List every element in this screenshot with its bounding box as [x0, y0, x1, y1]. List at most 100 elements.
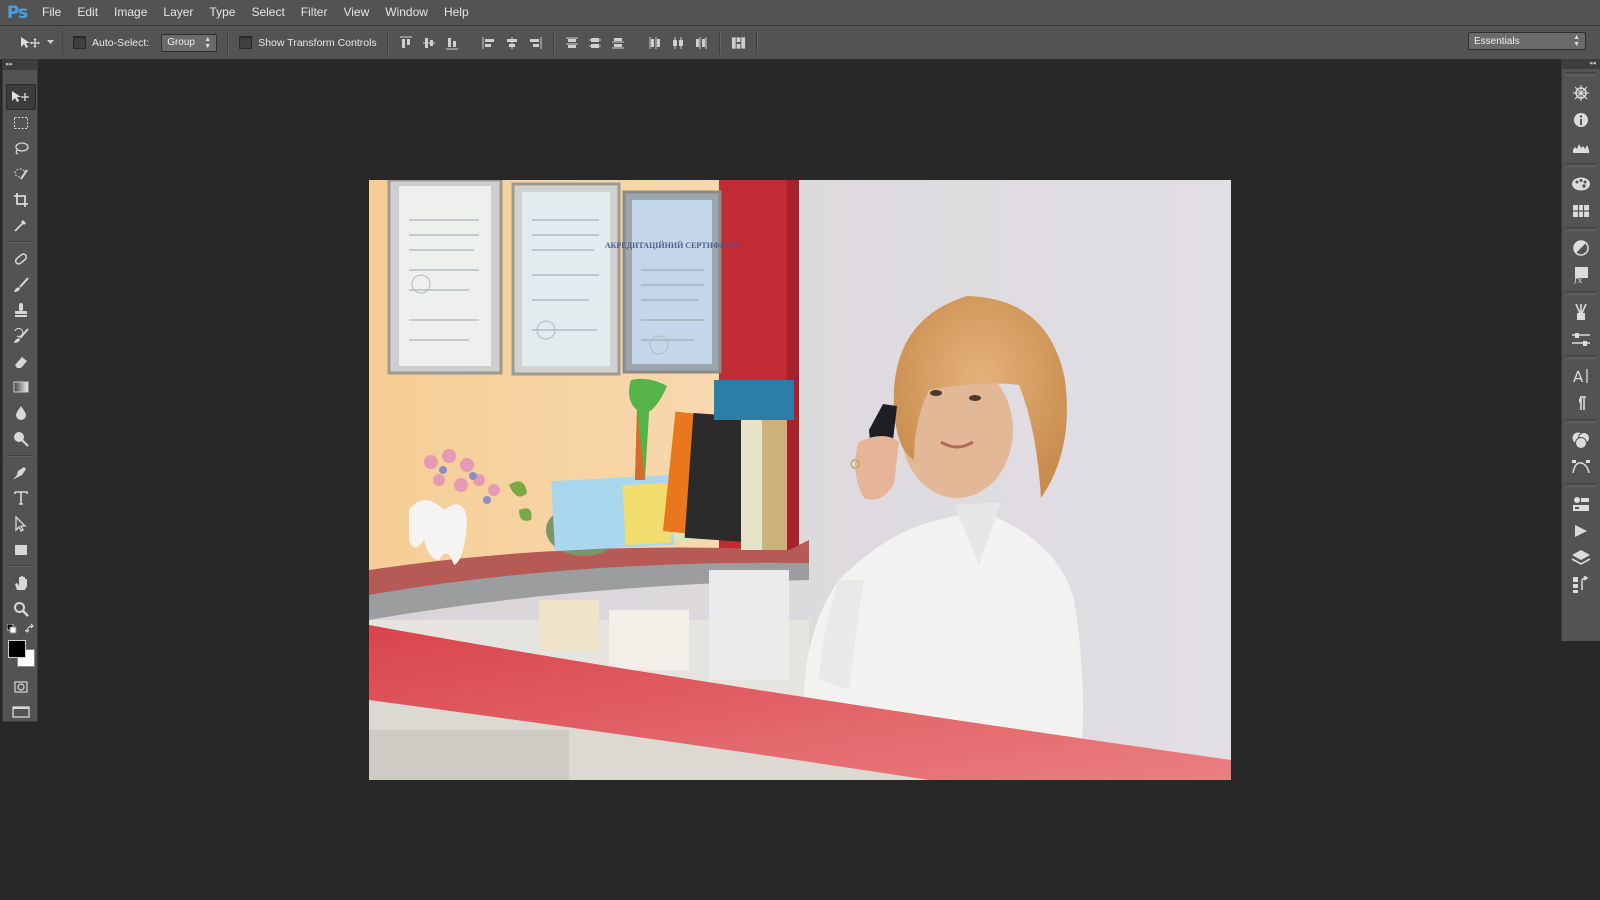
show-transform-checkbox[interactable]: [239, 36, 253, 49]
styles-panel-button[interactable]: fx: [1562, 261, 1600, 288]
rectangle-tool[interactable]: [3, 537, 39, 563]
distribute-hcenter-icon: [673, 36, 684, 49]
blur-tool[interactable]: [3, 400, 39, 426]
move-tool[interactable]: [6, 84, 36, 110]
menu-image[interactable]: Image: [106, 0, 155, 25]
menu-type[interactable]: Type: [201, 0, 243, 25]
distribute-vcenter-icon: [589, 37, 602, 48]
info-panel-button[interactable]: [1562, 106, 1600, 133]
align-right-edges-button[interactable]: [528, 35, 543, 51]
crop-tool[interactable]: [3, 187, 39, 213]
type-tool[interactable]: [3, 485, 39, 511]
quick-selection-icon: [14, 168, 28, 180]
quick-selection-tool[interactable]: [3, 161, 39, 187]
panel-dock: ◂◂ fx A: [1561, 59, 1600, 641]
brush-tool[interactable]: [3, 272, 39, 298]
separator: [755, 31, 758, 54]
panel-collapse-handle[interactable]: ▸▸: [3, 60, 37, 70]
quick-mask-button[interactable]: [3, 674, 39, 700]
align-bottom-icon: [446, 37, 459, 49]
auto-align-layers-button[interactable]: [731, 35, 746, 51]
masks-panel-button[interactable]: [1562, 426, 1600, 453]
clone-stamp-tool[interactable]: [3, 298, 39, 324]
menu-filter[interactable]: Filter: [293, 0, 336, 25]
show-transform-label: Show Transform Controls: [258, 36, 377, 49]
paragraph-panel-button[interactable]: [1562, 389, 1600, 416]
path-selection-tool[interactable]: [3, 511, 39, 537]
menu-select[interactable]: Select: [243, 0, 292, 25]
history-icon: [1573, 575, 1589, 593]
dock-collapse-handle[interactable]: ◂◂: [1562, 59, 1600, 69]
auto-select-target-value: Group: [167, 37, 195, 48]
marquee-tool[interactable]: [3, 110, 39, 136]
menu-file[interactable]: File: [34, 0, 69, 25]
distribute-hcenter-button[interactable]: [671, 35, 686, 51]
screen-mode-button[interactable]: [3, 699, 39, 725]
bandage-icon: [14, 253, 28, 265]
document-canvas[interactable]: АКРЕДИТАЦІЙНИЙ СЕРТИФІКАТ: [369, 180, 1231, 780]
auto-select-target-dropdown[interactable]: Group ▲ ▼: [161, 33, 218, 52]
separator: [7, 565, 33, 568]
tool-preset-picker[interactable]: [12, 30, 63, 55]
menu-edit[interactable]: Edit: [69, 0, 106, 25]
menu-view[interactable]: View: [335, 0, 377, 25]
separator: [7, 241, 33, 244]
hand-tool[interactable]: [3, 570, 39, 596]
distribute-right-button[interactable]: [694, 35, 709, 51]
history-brush-tool[interactable]: [3, 323, 39, 349]
default-colors-icon[interactable]: [7, 623, 17, 634]
healing-brush-tool[interactable]: [3, 246, 39, 272]
auto-select-checkbox[interactable]: [73, 36, 86, 49]
channels-panel-button[interactable]: [1562, 490, 1600, 517]
distribute-bottom-button[interactable]: [611, 35, 626, 51]
distribute-left-button[interactable]: [648, 35, 663, 51]
separator: [1566, 291, 1596, 295]
paths-panel-button[interactable]: [1562, 453, 1600, 480]
eraser-tool[interactable]: [3, 349, 39, 375]
color-panel-button[interactable]: [1562, 170, 1600, 197]
auto-select-label: Auto-Select:: [92, 36, 150, 49]
separator: [227, 31, 230, 54]
move-tool-icon: [21, 36, 40, 48]
align-vertical-centers-button[interactable]: [422, 35, 437, 51]
pen-tool[interactable]: [3, 460, 39, 486]
align-left-edges-button[interactable]: [482, 35, 497, 51]
dodge-tool[interactable]: [3, 426, 39, 452]
gradient-icon: [13, 381, 29, 393]
separator: [7, 454, 33, 457]
play-icon: [1575, 524, 1587, 537]
gradient-tool[interactable]: [3, 375, 39, 401]
menu-layer[interactable]: Layer: [155, 0, 201, 25]
brush-icon: [14, 276, 29, 292]
eyedropper-tool[interactable]: [3, 212, 39, 238]
history-panel-button[interactable]: [1562, 571, 1600, 598]
align-top-edges-button[interactable]: [399, 35, 414, 51]
zoom-tool[interactable]: [3, 596, 39, 622]
character-panel-button[interactable]: A: [1562, 362, 1600, 389]
align-horizontal-centers-button[interactable]: [505, 35, 520, 51]
swap-colors-icon[interactable]: [25, 623, 35, 634]
menu-window[interactable]: Window: [377, 0, 436, 25]
spinner-arrows-icon: ▲ ▼: [1573, 34, 1580, 48]
foreground-color-swatch[interactable]: [8, 639, 26, 658]
path-selection-icon: [15, 515, 27, 532]
swatches-panel-button[interactable]: [1562, 197, 1600, 224]
align-bottom-edges-button[interactable]: [445, 35, 460, 51]
actions-panel-button[interactable]: [1562, 517, 1600, 544]
brush-presets-panel-button[interactable]: [1562, 298, 1600, 325]
distribute-right-icon: [696, 36, 707, 49]
swatches-grid-icon: [1573, 204, 1589, 217]
workspace-switcher[interactable]: Essentials ▲ ▼: [1468, 32, 1586, 50]
separator: [552, 31, 555, 54]
layers-panel-button[interactable]: [1562, 544, 1600, 571]
navigator-panel-button[interactable]: [1562, 79, 1600, 106]
marquee-icon: [14, 116, 28, 129]
lasso-tool[interactable]: [3, 135, 39, 161]
distribute-top-button[interactable]: [565, 35, 580, 51]
masks-icon: [1572, 431, 1590, 449]
brush-panel-button[interactable]: [1562, 325, 1600, 352]
menu-help[interactable]: Help: [436, 0, 477, 25]
histogram-panel-button[interactable]: [1562, 133, 1600, 160]
distribute-vcenter-button[interactable]: [588, 35, 603, 51]
adjustments-panel-button[interactable]: [1562, 234, 1600, 261]
